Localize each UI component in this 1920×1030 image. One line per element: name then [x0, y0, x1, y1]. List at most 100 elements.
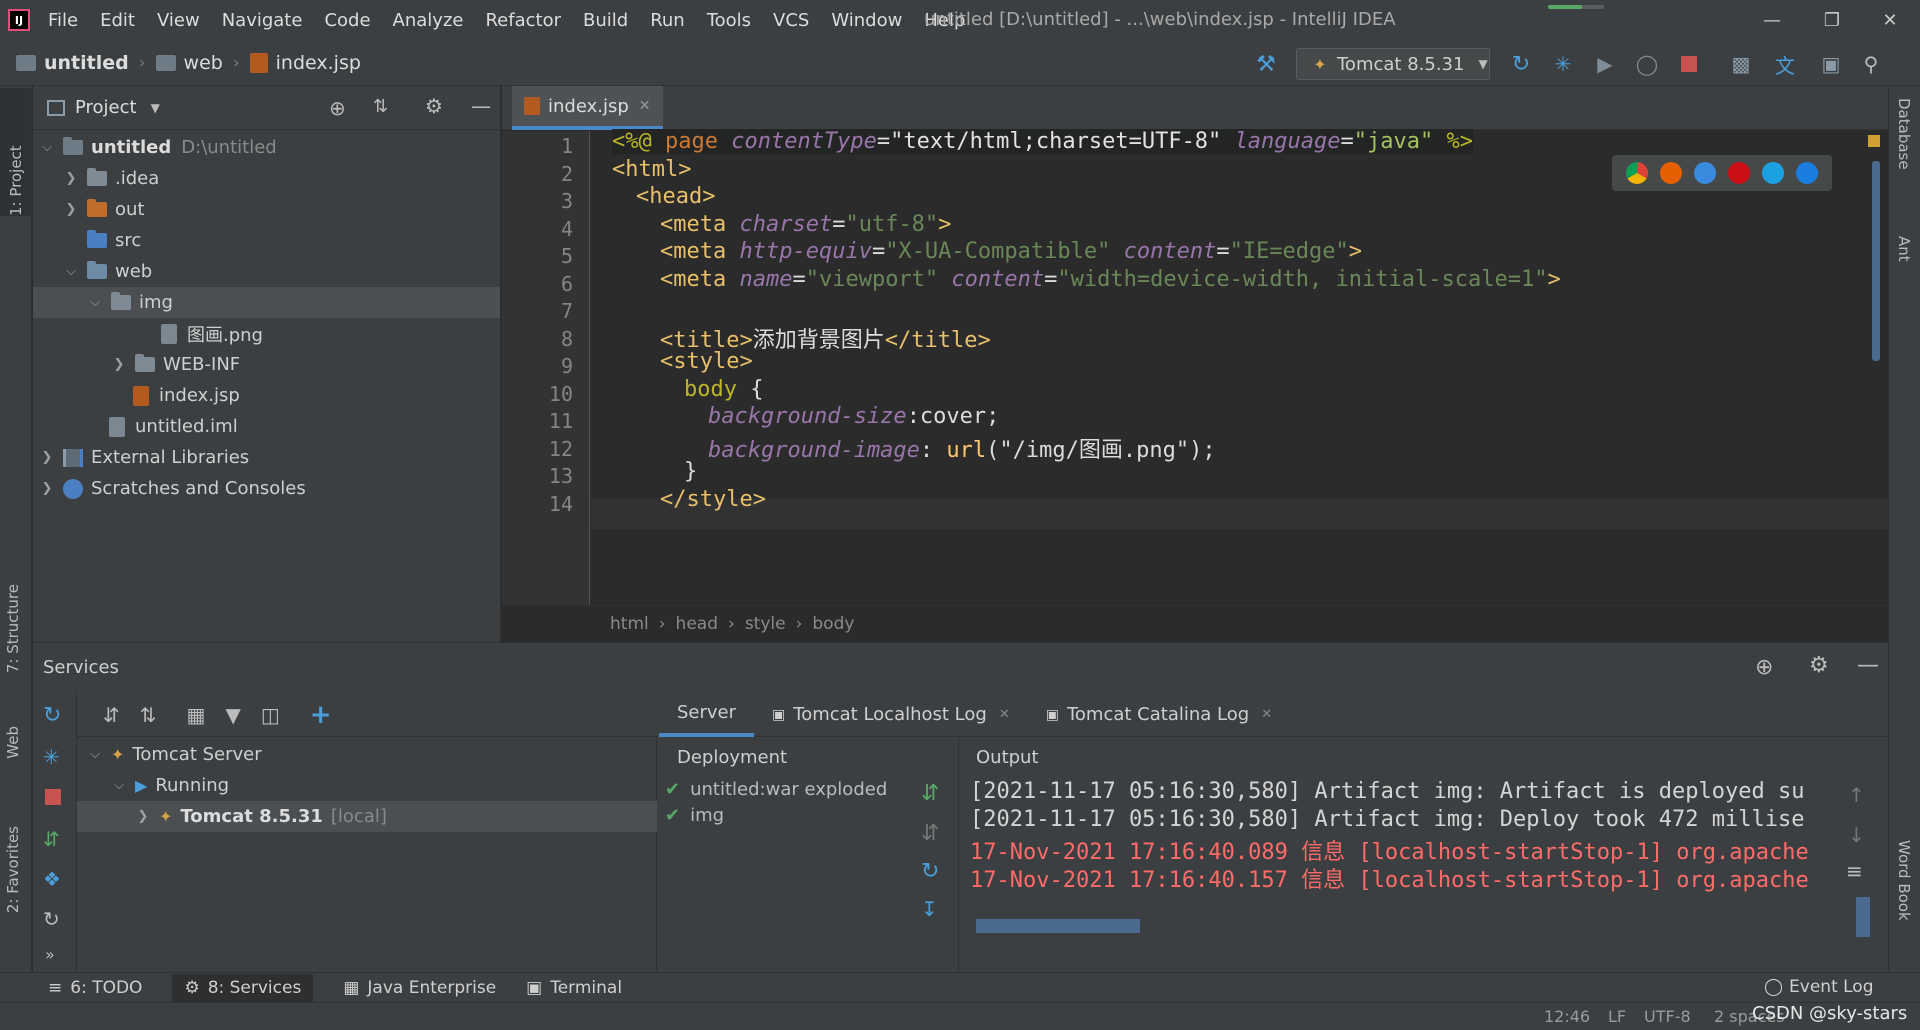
stop-icon[interactable] — [45, 789, 61, 805]
caret-position[interactable]: 12:46 — [1544, 1007, 1590, 1026]
menu-refactor[interactable]: Refactor — [485, 10, 561, 31]
restore-icon[interactable]: ❐ — [1812, 6, 1852, 34]
tab-catalina-log[interactable]: ▣ Tomcat Catalina Log ✕ — [1028, 693, 1290, 737]
scroll-up-icon[interactable]: ↑ — [1848, 783, 1865, 807]
stripe-word-book[interactable]: Word Book — [1895, 840, 1913, 926]
collapsed-arrow-icon[interactable]: ❯ — [39, 481, 55, 496]
tree-item-idea[interactable]: ❯ .idea — [63, 163, 159, 194]
warning-marker[interactable] — [1868, 135, 1880, 147]
debug-icon[interactable]: ✳ — [43, 745, 60, 769]
locate-icon[interactable]: ⊕ — [1755, 655, 1773, 680]
expanded-arrow-icon[interactable]: ⌵ — [87, 295, 103, 310]
menu-file[interactable]: File — [48, 10, 78, 31]
expanded-arrow-icon[interactable]: ⌵ — [39, 140, 55, 155]
menu-view[interactable]: View — [157, 10, 200, 31]
hide-panel-icon[interactable]: — — [1857, 653, 1879, 678]
undeploy-icon[interactable]: ⇵ — [921, 821, 939, 846]
firefox-icon[interactable] — [1660, 162, 1682, 184]
menu-build[interactable]: Build — [583, 10, 628, 31]
chrome-icon[interactable] — [1626, 162, 1648, 184]
stripe-database[interactable]: Database — [1895, 98, 1913, 175]
tree-item-iml[interactable]: untitled.iml — [109, 411, 238, 442]
close-tab-icon[interactable]: ✕ — [639, 98, 651, 114]
run-config-selector[interactable]: ✦ Tomcat 8.5.31 ▼ — [1296, 48, 1490, 80]
tree-item-web[interactable]: ⌵ web — [63, 256, 152, 287]
profile-icon[interactable]: ◯ — [1632, 50, 1662, 78]
deploy-icon[interactable]: ⇵ — [43, 827, 60, 851]
collapsed-arrow-icon[interactable]: ❯ — [39, 450, 55, 465]
menu-tools[interactable]: Tools — [707, 10, 751, 31]
deploy-icon[interactable]: ⇵ — [921, 781, 939, 806]
menu-navigate[interactable]: Navigate — [222, 10, 303, 31]
expanded-arrow-icon[interactable]: ⌵ — [63, 264, 79, 279]
stripe-project[interactable]: 1: Project — [0, 88, 31, 216]
group-by-icon[interactable]: ▦ — [187, 703, 206, 727]
locate-icon[interactable]: ⊕ — [329, 96, 346, 120]
tree-item-scratches[interactable]: ❯ Scratches and Consoles — [39, 473, 306, 504]
deployment-item[interactable]: ✔ img — [665, 805, 724, 826]
menu-analyze[interactable]: Analyze — [393, 10, 464, 31]
chevron-down-icon[interactable]: ▼ — [151, 101, 160, 115]
tree-item-external-libraries[interactable]: ❯ External Libraries — [39, 442, 250, 473]
collapse-all-icon[interactable]: ⇅ — [140, 703, 157, 727]
output-vscrollbar[interactable] — [1856, 897, 1870, 937]
deployment-item[interactable]: ✔ untitled:war exploded — [665, 779, 887, 800]
edge-icon[interactable] — [1796, 162, 1818, 184]
minimize-icon[interactable]: — — [1752, 6, 1792, 34]
tool-event-log[interactable]: ◯ Event Log — [1764, 977, 1874, 997]
line-separator[interactable]: LF — [1608, 1007, 1626, 1026]
menu-code[interactable]: Code — [324, 10, 370, 31]
tree-item-out[interactable]: ❯ out — [63, 194, 144, 225]
close-icon[interactable]: ✕ — [1870, 6, 1910, 34]
tree-item-web-inf[interactable]: ❯ WEB-INF — [111, 349, 240, 380]
tree-item-src[interactable]: src — [87, 225, 141, 256]
gear-icon[interactable]: ⚙ — [1809, 653, 1829, 678]
output-hscrollbar[interactable] — [976, 919, 1140, 933]
collapsed-arrow-icon[interactable]: ❯ — [63, 202, 79, 217]
new-tab-icon[interactable]: ◫ — [261, 703, 280, 727]
breadcrumb-file[interactable]: index.jsp — [276, 52, 361, 74]
project-panel-title[interactable]: Project — [75, 97, 137, 118]
menu-run[interactable]: Run — [650, 10, 685, 31]
menu-vcs[interactable]: VCS — [773, 10, 809, 31]
refresh-icon[interactable]: ↻ — [43, 907, 60, 931]
translate-icon[interactable]: 文 — [1770, 50, 1800, 78]
coverage-icon[interactable]: ▶ — [1590, 50, 1620, 78]
tree-item-untitled[interactable]: ⌵ untitled D:\untitled — [39, 132, 277, 163]
file-encoding[interactable]: UTF-8 — [1644, 1007, 1691, 1026]
expanded-arrow-icon[interactable]: ⌵ — [111, 778, 127, 793]
add-service-icon[interactable]: + — [310, 700, 332, 730]
tree-item-tomcat-instance[interactable]: ❯ ✦ Tomcat 8.5.31 [local] — [135, 801, 387, 832]
breadcrumb-web[interactable]: web — [184, 52, 223, 74]
breadcrumb-html[interactable]: html — [610, 614, 649, 634]
breadcrumb-head[interactable]: head — [676, 614, 718, 634]
breadcrumb-body[interactable]: body — [812, 614, 854, 634]
tab-index-jsp[interactable]: index.jsp ✕ — [512, 86, 663, 130]
presentation-icon[interactable]: ▣ — [1816, 50, 1846, 78]
stripe-favorites[interactable]: 2: Favorites — [4, 826, 22, 918]
tree-item-index-jsp[interactable]: index.jsp — [133, 380, 240, 411]
hide-panel-icon[interactable]: — — [471, 94, 491, 118]
collapsed-arrow-icon[interactable]: ❯ — [63, 171, 79, 186]
tree-item-img[interactable]: ⌵ img — [87, 287, 173, 318]
collapse-all-icon[interactable]: ⇅ — [373, 96, 388, 117]
stop-icon[interactable] — [1674, 50, 1704, 78]
menu-edit[interactable]: Edit — [100, 10, 135, 31]
search-icon[interactable]: ⚲ — [1856, 50, 1886, 78]
redeploy-icon[interactable]: ↻ — [921, 859, 939, 884]
artifacts-icon[interactable]: ❖ — [43, 867, 61, 891]
breadcrumb-style[interactable]: style — [745, 614, 786, 634]
collapsed-arrow-icon[interactable]: ❯ — [111, 357, 127, 372]
breadcrumb-project[interactable]: untitled — [44, 52, 129, 74]
stripe-structure[interactable]: 7: Structure — [4, 584, 22, 678]
close-tab-icon[interactable]: ✕ — [1261, 707, 1272, 722]
menu-window[interactable]: Window — [831, 10, 902, 31]
build-hammer-icon[interactable]: ⚒ — [1252, 50, 1280, 78]
tree-item-png[interactable]: 图画.png — [161, 318, 263, 349]
tool-todo[interactable]: ≡ 6: TODO — [48, 978, 142, 998]
tool-java-enterprise[interactable]: ▦ Java Enterprise — [343, 978, 496, 998]
gear-icon[interactable]: ⚙ — [425, 94, 443, 118]
editor-scrollbar[interactable] — [1872, 161, 1880, 361]
tab-server[interactable]: Server — [659, 693, 755, 737]
tab-localhost-log[interactable]: ▣ Tomcat Localhost Log ✕ — [754, 693, 1028, 737]
